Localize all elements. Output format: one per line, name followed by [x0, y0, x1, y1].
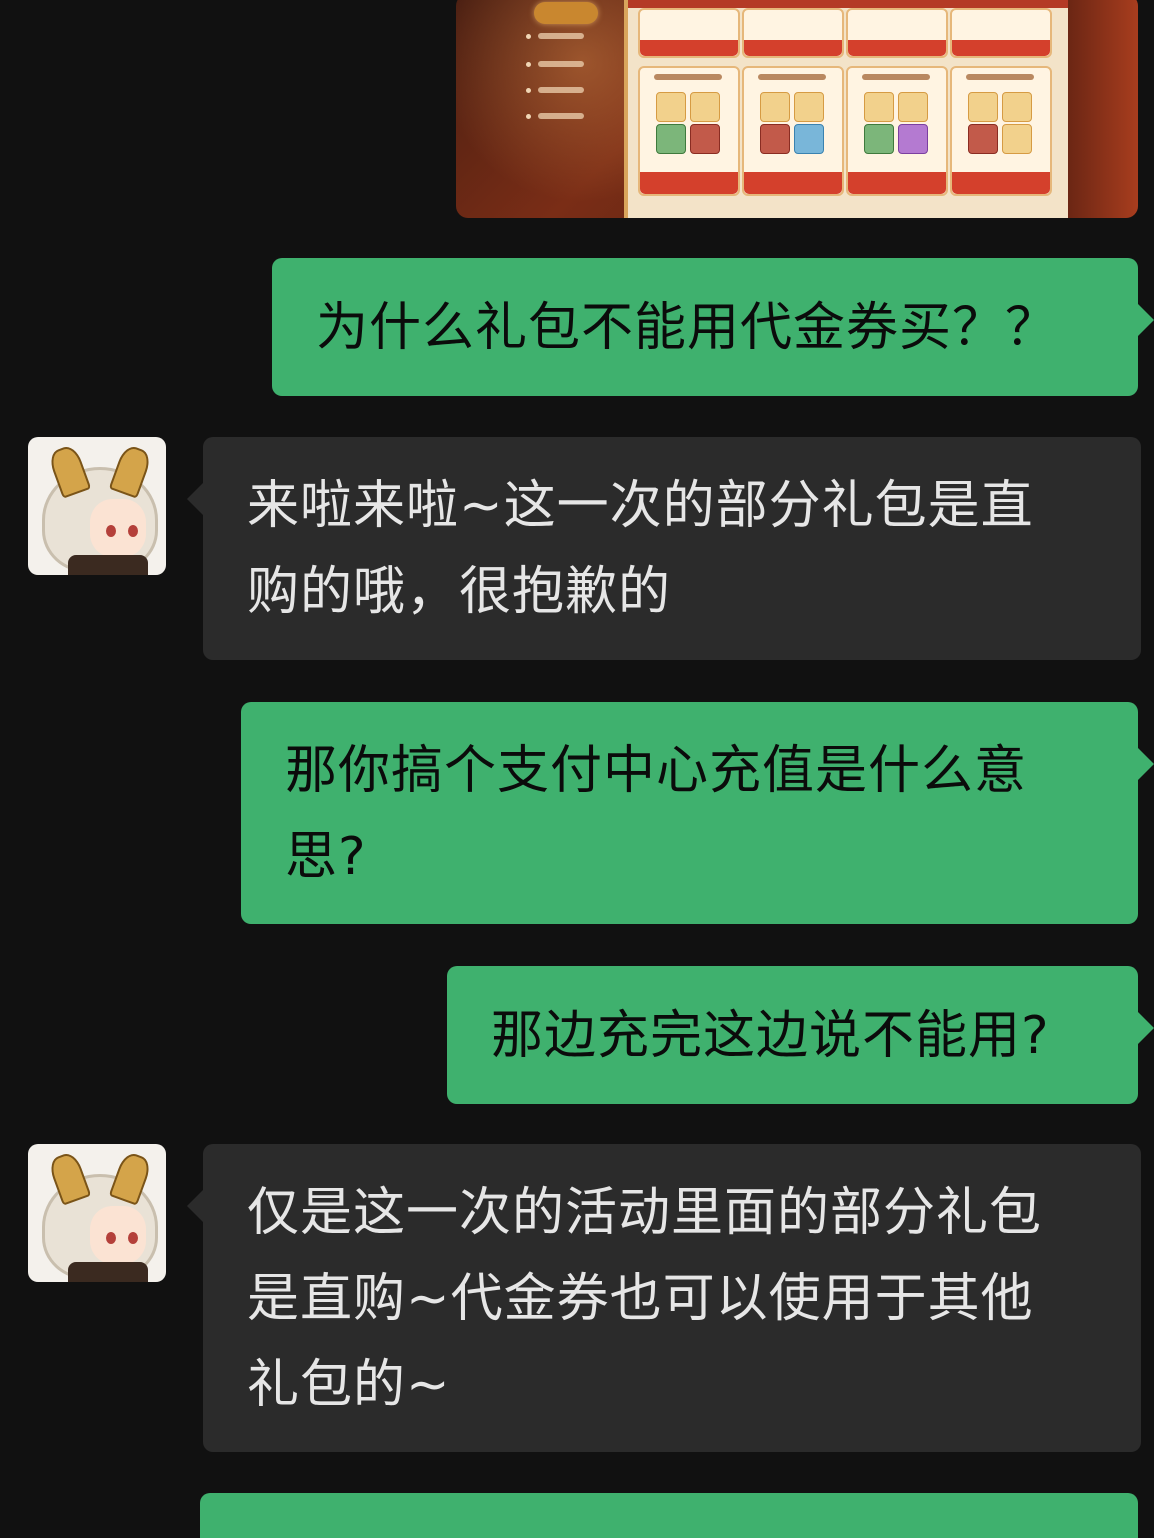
image-pack-tile [638, 8, 740, 58]
sent-message-bubble[interactable]: 那你搞个支付中心充值是什么意 思? [241, 702, 1154, 924]
image-pack-card [638, 66, 740, 196]
image-gift-pack-panel [624, 0, 1080, 218]
image-pack-card [846, 66, 948, 196]
image-menu-line [538, 87, 584, 93]
message-text: 思? [285, 827, 367, 887]
image-menu-dot [526, 114, 531, 119]
image-pack-card [742, 66, 844, 196]
image-menu-line [538, 113, 584, 119]
message-text: 仅是这一次的活动里面的部分礼包 [247, 1183, 1043, 1243]
message-text: 那你搞个支付中心充值是什么意 [285, 741, 1028, 801]
message-text: 为什么礼包不能用代金券买？？ [316, 298, 1059, 358]
image-menu-dot [526, 34, 531, 39]
image-pack-tile [846, 8, 948, 58]
message-text: 那边充完这边说不能用? [491, 1006, 1050, 1066]
image-background-right [1068, 0, 1138, 218]
message-text: 是直购~代金券也可以使用于其他 [247, 1269, 1034, 1329]
sent-message-bubble-partial[interactable] [200, 1493, 1138, 1538]
image-menu-line [538, 61, 584, 67]
image-panel-header [628, 0, 1076, 8]
shared-screenshot-image[interactable] [456, 0, 1138, 218]
sent-message-bubble[interactable]: 那边充完这边说不能用? [447, 966, 1154, 1104]
image-menu-tag [534, 2, 598, 24]
sent-message-bubble[interactable]: 为什么礼包不能用代金券买？？ [272, 258, 1154, 396]
received-message-bubble[interactable]: 来啦来啦~这一次的部分礼包是直 购的哦，很抱歉的 [187, 437, 1141, 660]
image-menu-line [538, 33, 584, 39]
support-agent-avatar-icon[interactable] [28, 437, 166, 575]
image-pack-card [950, 66, 1052, 196]
image-pack-tile [950, 8, 1052, 58]
message-text: 礼包的~ [247, 1355, 451, 1415]
support-agent-avatar-icon[interactable] [28, 1144, 166, 1282]
received-message-bubble[interactable]: 仅是这一次的活动里面的部分礼包 是直购~代金券也可以使用于其他 礼包的~ [187, 1144, 1141, 1452]
message-text: 来啦来啦~这一次的部分礼包是直 [247, 476, 1034, 536]
message-text: 购的哦，很抱歉的 [247, 562, 672, 622]
image-game-side-menu [516, 0, 626, 134]
image-menu-dot [526, 88, 531, 93]
image-pack-tile [742, 8, 844, 58]
image-menu-dot [526, 62, 531, 67]
